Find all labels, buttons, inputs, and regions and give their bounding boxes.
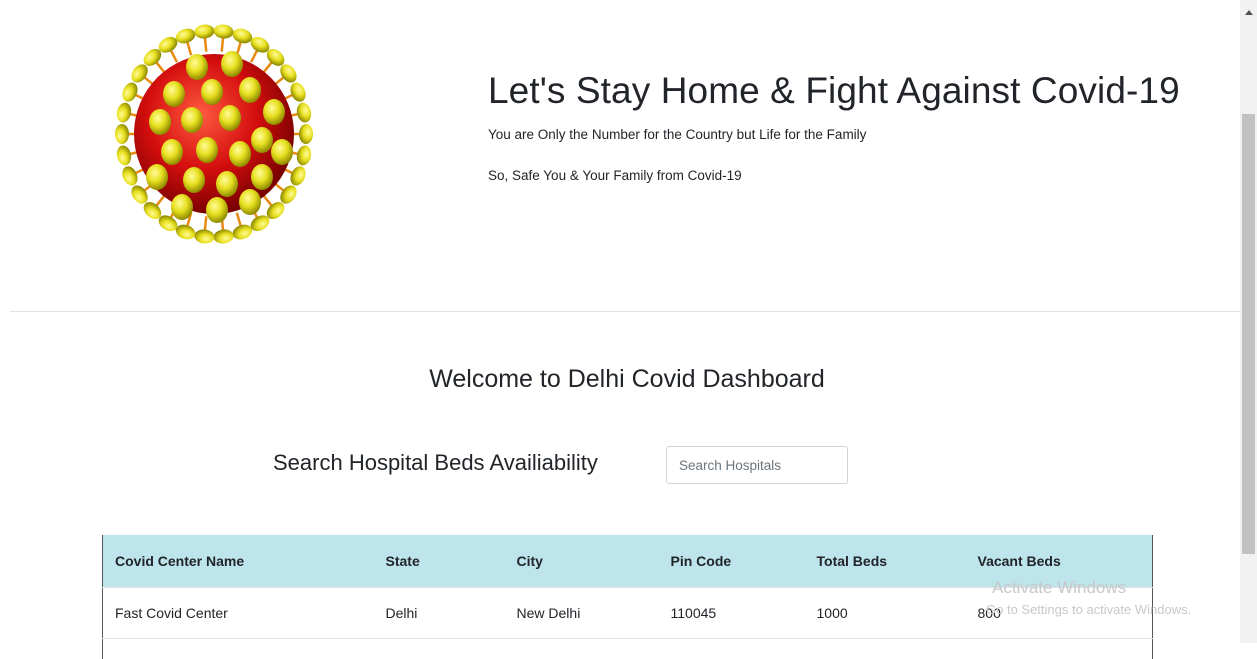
cell-pin-code: 110045 <box>659 588 805 639</box>
cell-state: Delhi <box>374 588 505 639</box>
hero-section: Let's Stay Home & Fight Against Covid-19… <box>0 0 1240 312</box>
dashboard-welcome-title: Welcome to Delhi Covid Dashboard <box>0 365 1254 394</box>
scroll-up-arrow-icon[interactable] <box>1245 10 1253 15</box>
page-scrollbar[interactable] <box>1240 0 1257 643</box>
column-header-state[interactable]: State <box>374 535 505 588</box>
activate-windows-watermark: Activate Windows <box>992 578 1126 598</box>
cell-center-name: Fast Covid Center <box>103 588 374 639</box>
column-header-center-name[interactable]: Covid Center Name <box>103 535 374 588</box>
column-header-pin-code[interactable]: Pin Code <box>659 535 805 588</box>
search-hospitals-input[interactable] <box>666 446 848 484</box>
cell-city: New Delhi <box>505 588 659 639</box>
column-header-total-beds[interactable]: Total Beds <box>805 535 966 588</box>
page-headline: Let's Stay Home & Fight Against Covid-19 <box>488 70 1180 112</box>
coronavirus-image <box>112 12 317 252</box>
cell-total-beds: 1000 <box>805 588 966 639</box>
scrollbar-thumb[interactable] <box>1242 114 1255 554</box>
activate-windows-subtext: Go to Settings to activate Windows. <box>986 602 1191 617</box>
search-section-title: Search Hospital Beds Availiability <box>273 450 598 476</box>
tagline: You are Only the Number for the Country … <box>488 127 866 142</box>
section-divider <box>10 311 1240 312</box>
column-header-city[interactable]: City <box>505 535 659 588</box>
table-row-partial <box>103 639 1153 659</box>
tagline-safety: So, Safe You & Your Family from Covid-19 <box>488 168 742 183</box>
